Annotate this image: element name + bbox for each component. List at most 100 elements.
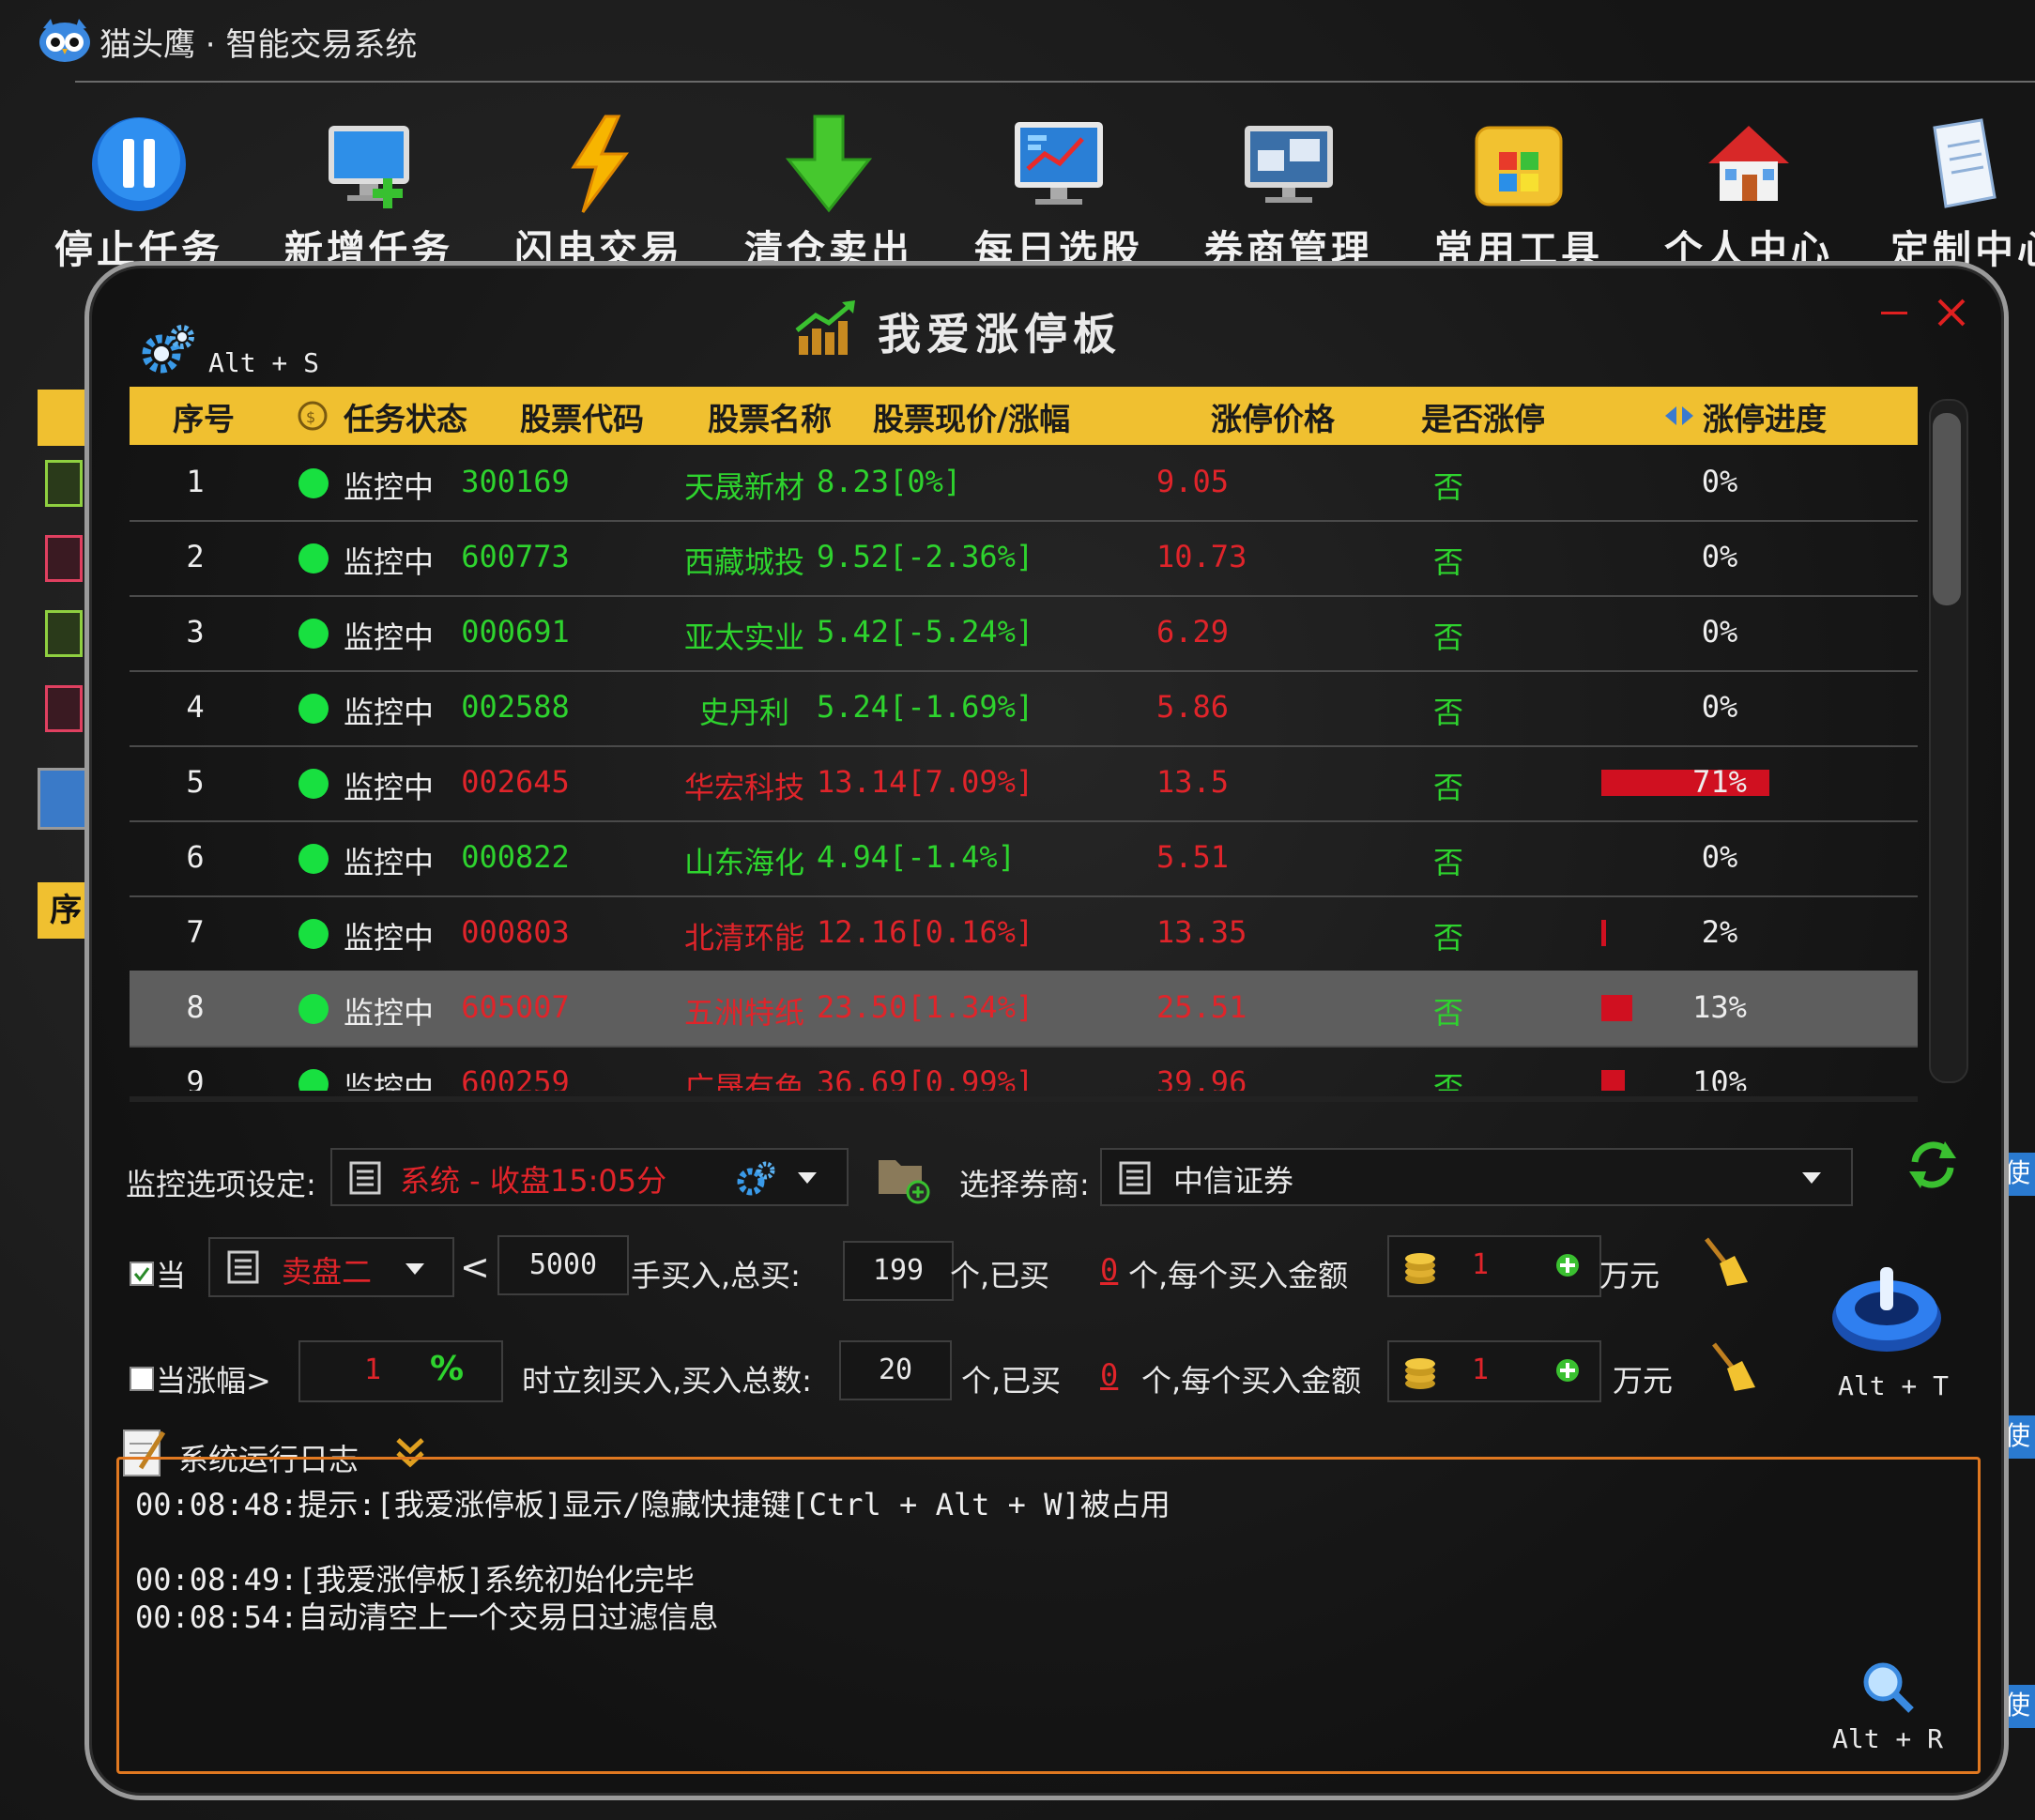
table-header: 序号 $ 任务状态 股票代码 股票名称 股票现价/涨幅 涨停价格 是否涨停 涨停… (130, 387, 1918, 445)
col-header-progress[interactable]: 涨停进度 (1703, 394, 1827, 439)
table-row[interactable]: 8 监控中 605007 五洲特纸 23.50[1.34%] 25.51 否 13% (130, 971, 1918, 1048)
toolbar-broker-manage[interactable]: 券商管理 (1195, 113, 1383, 274)
broker-select[interactable]: 中信证券 (1100, 1148, 1853, 1206)
table-row[interactable]: 5 监控中 002645 华宏科技 13.14[7.09%] 13.5 否 71% (130, 745, 1918, 822)
table-row[interactable]: 6 监控中 000822 山东海化 4.94[-1.4%] 5.51 否 0% (130, 820, 1918, 897)
col-header-code[interactable]: 股票代码 (520, 394, 644, 439)
amount-per-buy-input[interactable]: 1 (1387, 1340, 1601, 1402)
broker-label: 选择券商: (959, 1167, 1090, 1202)
table-row[interactable]: 4 监控中 002588 史丹利 5.24[-1.69%] 5.86 否 0% (130, 670, 1918, 747)
toolbar-flash-trade[interactable]: 闪电交易 (505, 113, 693, 274)
power-start-icon[interactable] (1826, 1256, 1948, 1359)
cell-limit-hit: 否 (1432, 469, 1463, 505)
col-header-no[interactable]: 序号 (173, 394, 235, 439)
col-header-status[interactable]: 任务状态 (344, 394, 467, 439)
bought-count[interactable]: 0 (1100, 1252, 1118, 1288)
table-row[interactable]: 3 监控中 000691 亚太实业 5.42[-5.24%] 6.29 否 0% (130, 595, 1918, 672)
cell-price: 23.50[1.34%] (817, 989, 1034, 1025)
col-header-name[interactable]: 股票名称 (708, 394, 832, 439)
status-dot-icon (298, 994, 329, 1024)
owl-logo-icon (39, 19, 90, 62)
monitor-options-select[interactable]: 系统 - 收盘15:05分 (330, 1148, 849, 1206)
total-buy-count-input[interactable]: 20 (839, 1340, 952, 1400)
toolbar-daily-pick[interactable]: 每日选股 (965, 113, 1153, 274)
buy-total-label: 时立刻买入,买入总数: (522, 1363, 812, 1399)
col-header-limit-price[interactable]: 涨停价格 (1211, 394, 1335, 439)
amount-per-buy-value: 1 (1472, 1248, 1490, 1281)
table-row[interactable]: 1 监控中 300169 天晟新材 8.23[0%] 9.05 否 0% (130, 445, 1918, 522)
bought-label: 个,已买 (950, 1258, 1050, 1293)
coins-icon (1405, 1253, 1435, 1284)
col-header-price[interactable]: 股票现价/涨幅 (873, 394, 1070, 439)
volume-threshold-value: 5000 (528, 1248, 598, 1281)
toolbar-personal-center[interactable]: 个人中心 (1655, 113, 1843, 274)
toolbar-clear-sell[interactable]: 清仓卖出 (735, 113, 923, 274)
cell-price: 4.94[-1.4%] (817, 839, 1016, 875)
status-dot-icon (298, 1069, 329, 1091)
cell-name: 天晟新材 (683, 469, 804, 505)
cell-name: 五洲特纸 (683, 995, 804, 1031)
cell-price: 13.14[7.09%] (817, 764, 1034, 800)
status-dot-icon (298, 619, 329, 649)
minimize-icon[interactable] (1879, 298, 1909, 327)
lightning-icon (571, 115, 629, 213)
cell-limit-hit: 否 (1432, 619, 1463, 655)
table-row[interactable]: 7 监控中 000803 北清环能 12.16[0.16%] 13.35 否 2% (130, 895, 1918, 972)
chevron-down-icon[interactable] (404, 1262, 426, 1277)
order-book-select[interactable]: 卖盘二 (208, 1237, 454, 1297)
table-row[interactable]: 9 监控中 600259 广晟有色 36.69[0.99%] 39.96 否 10% (130, 1046, 1918, 1091)
chevron-down-icon[interactable] (1800, 1170, 1823, 1185)
toolbar-common-tools[interactable]: 常用工具 (1425, 113, 1613, 274)
cell-price: 9.52[-2.36%] (817, 539, 1034, 574)
app-title: 猫头鹰 · 智能交易系统 (99, 26, 418, 64)
cell-price: 5.42[-5.24%] (817, 614, 1034, 650)
amount-per-buy-input[interactable]: 1 (1387, 1235, 1601, 1297)
total-buy-count-input[interactable]: 199 (843, 1241, 954, 1301)
condition2-checkbox[interactable] (130, 1367, 154, 1391)
list-icon (1119, 1161, 1151, 1195)
rise-percent-value: 1 (364, 1354, 382, 1386)
toolbar-stop-task[interactable]: 停止任务 (45, 113, 233, 274)
svg-text:$: $ (306, 408, 315, 426)
link-arrows-icon (1665, 406, 1693, 425)
log-line: 00:08:48:提示:[我爱涨停板]显示/隐藏快捷键[Ctrl + Alt +… (135, 1487, 1171, 1522)
folder-add-icon[interactable] (873, 1147, 931, 1205)
pause-icon (92, 117, 186, 211)
broom-icon[interactable] (1699, 1235, 1750, 1288)
plus-circle-icon[interactable] (1554, 1357, 1581, 1384)
coins-icon (1405, 1358, 1435, 1389)
cell-code: 600259 (461, 1064, 570, 1091)
condition1-checkbox[interactable] (130, 1262, 154, 1286)
cell-progress: 2% (1701, 914, 1738, 950)
monitor-add-icon (329, 126, 409, 208)
cell-limit-price: 10.73 (1156, 539, 1247, 574)
cell-limit-price: 25.51 (1156, 989, 1247, 1025)
checkmark-icon (133, 1267, 150, 1282)
table-row[interactable]: 2 监控中 600773 西藏城投 9.52[-2.36%] 10.73 否 0% (130, 520, 1918, 597)
close-icon[interactable] (1936, 296, 1967, 329)
toolbar-new-task[interactable]: 新增任务 (275, 113, 463, 274)
cell-name: 北清环能 (683, 920, 804, 956)
toolbar-custom-center[interactable]: 定制中心 (1885, 113, 2035, 274)
search-icon[interactable] (1860, 1659, 1917, 1716)
settings-gear-icon[interactable] (734, 1159, 777, 1197)
scrollbar-thumb[interactable] (1933, 413, 1961, 605)
cell-price: 8.23[0%] (817, 464, 962, 499)
plus-circle-icon[interactable] (1554, 1252, 1581, 1278)
bought-count[interactable]: 0 (1100, 1357, 1118, 1393)
status-dot-icon (298, 468, 329, 498)
cell-no: 6 (186, 839, 205, 875)
col-header-limit-hit[interactable]: 是否涨停 (1421, 394, 1545, 439)
rise-percent-input[interactable]: 1 % (298, 1340, 503, 1402)
cell-code: 002588 (461, 689, 570, 725)
volume-threshold-input[interactable]: 5000 (497, 1235, 629, 1295)
cell-no: 5 (186, 764, 205, 800)
refresh-icon[interactable] (1907, 1138, 1958, 1192)
chevron-down-icon[interactable] (796, 1170, 819, 1185)
settings-gear-icon[interactable] (139, 322, 197, 378)
cell-name: 山东海化 (683, 845, 804, 880)
down-arrow-icon (785, 115, 873, 213)
condition2-label: 当涨幅> (156, 1363, 271, 1399)
total-buy-count-value: 20 (878, 1354, 913, 1386)
broom-icon[interactable] (1706, 1340, 1757, 1393)
